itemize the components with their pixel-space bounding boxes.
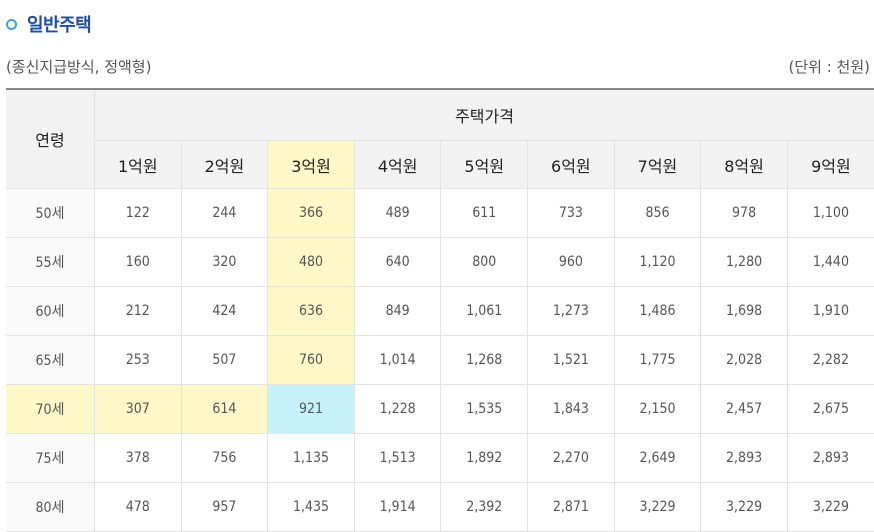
value-cell: 849 xyxy=(354,287,441,336)
age-cell: 55세 xyxy=(6,238,95,287)
value-cell: 253 xyxy=(95,336,182,385)
value-cell: 960 xyxy=(528,238,615,287)
value-cell: 1,280 xyxy=(701,238,788,287)
age-cell: 50세 xyxy=(6,189,95,238)
age-cell: 65세 xyxy=(6,336,95,385)
value-cell: 756 xyxy=(181,434,268,483)
value-cell: 2,893 xyxy=(701,434,788,483)
value-cell: 2,871 xyxy=(528,483,615,532)
price-header-cell: 1억원 xyxy=(95,141,182,189)
value-cell: 3,229 xyxy=(614,483,701,532)
value-cell: 1,486 xyxy=(614,287,701,336)
age-cell: 60세 xyxy=(6,287,95,336)
price-header-cell: 4억원 xyxy=(354,141,441,189)
value-cell: 1,914 xyxy=(354,483,441,532)
value-cell: 320 xyxy=(181,238,268,287)
value-cell: 1,014 xyxy=(354,336,441,385)
value-cell: 212 xyxy=(95,287,182,336)
table-caption-row: (종신지급방식, 정액형) (단위 : 천원) xyxy=(6,54,874,78)
table-body: 50세1222443664896117338569781,10055세16032… xyxy=(6,189,874,532)
value-cell: 1,513 xyxy=(354,434,441,483)
value-cell: 1,100 xyxy=(787,189,874,238)
value-cell: 2,893 xyxy=(787,434,874,483)
value-cell: 366 xyxy=(268,189,355,238)
section-title: 일반주택 xyxy=(27,11,91,37)
value-cell: 1,120 xyxy=(614,238,701,287)
value-cell: 2,457 xyxy=(701,385,788,434)
price-header-cell: 2억원 xyxy=(181,141,268,189)
price-header-cell: 7억원 xyxy=(614,141,701,189)
table-row: 75세3787561,1351,5131,8922,2702,6492,8932… xyxy=(6,434,874,483)
value-cell: 244 xyxy=(181,189,268,238)
value-cell: 800 xyxy=(441,238,528,287)
price-header-cell: 3억원 xyxy=(268,141,355,189)
value-cell: 1,228 xyxy=(354,385,441,434)
value-cell: 307 xyxy=(95,385,182,434)
value-cell: 2,150 xyxy=(614,385,701,434)
age-cell: 75세 xyxy=(6,434,95,483)
value-cell: 1,273 xyxy=(528,287,615,336)
value-cell: 3,229 xyxy=(701,483,788,532)
value-cell: 2,649 xyxy=(614,434,701,483)
section-header: 일반주택 xyxy=(6,10,91,38)
value-cell: 1,521 xyxy=(528,336,615,385)
value-cell: 160 xyxy=(95,238,182,287)
value-cell: 1,775 xyxy=(614,336,701,385)
value-cell: 2,028 xyxy=(701,336,788,385)
value-cell: 957 xyxy=(181,483,268,532)
price-header-cell: 8억원 xyxy=(701,141,788,189)
value-cell: 1,698 xyxy=(701,287,788,336)
value-cell: 2,392 xyxy=(441,483,528,532)
table-row: 60세2124246368491,0611,2731,4861,6981,910 xyxy=(6,287,874,336)
monthly-payment-table: 연령 주택가격 1억원2억원3억원4억원5억원6억원7억원8억원9억원 50세1… xyxy=(6,88,874,532)
value-cell: 2,270 xyxy=(528,434,615,483)
value-cell: 1,061 xyxy=(441,287,528,336)
table-row: 55세1603204806408009601,1201,2801,440 xyxy=(6,238,874,287)
price-header-row: 1억원2억원3억원4억원5억원6억원7억원8억원9억원 xyxy=(6,141,874,189)
value-cell: 1,535 xyxy=(441,385,528,434)
price-header-cell: 9억원 xyxy=(787,141,874,189)
value-cell: 640 xyxy=(354,238,441,287)
value-cell: 614 xyxy=(181,385,268,434)
value-cell: 636 xyxy=(268,287,355,336)
house-price-group-header: 주택가격 xyxy=(95,89,874,141)
age-cell: 80세 xyxy=(6,483,95,532)
table-row: 50세1222443664896117338569781,100 xyxy=(6,189,874,238)
table-row: 70세3076149211,2281,5351,8432,1502,4572,6… xyxy=(6,385,874,434)
value-cell: 3,229 xyxy=(787,483,874,532)
value-cell: 978 xyxy=(701,189,788,238)
table-row: 80세4789571,4351,9142,3922,8713,2293,2293… xyxy=(6,483,874,532)
value-cell: 1,892 xyxy=(441,434,528,483)
table-row: 65세2535077601,0141,2681,5211,7752,0282,2… xyxy=(6,336,874,385)
age-column-header: 연령 xyxy=(6,89,95,189)
value-cell: 921 xyxy=(268,385,355,434)
value-cell: 1,268 xyxy=(441,336,528,385)
value-cell: 733 xyxy=(528,189,615,238)
value-cell: 1,910 xyxy=(787,287,874,336)
unit-note: (단위 : 천원) xyxy=(789,56,874,77)
value-cell: 2,675 xyxy=(787,385,874,434)
value-cell: 2,282 xyxy=(787,336,874,385)
bullet-circle-icon xyxy=(6,19,17,30)
value-cell: 489 xyxy=(354,189,441,238)
value-cell: 856 xyxy=(614,189,701,238)
value-cell: 424 xyxy=(181,287,268,336)
value-cell: 1,435 xyxy=(268,483,355,532)
value-cell: 1,440 xyxy=(787,238,874,287)
value-cell: 122 xyxy=(95,189,182,238)
value-cell: 1,135 xyxy=(268,434,355,483)
value-cell: 611 xyxy=(441,189,528,238)
value-cell: 1,843 xyxy=(528,385,615,434)
value-cell: 378 xyxy=(95,434,182,483)
price-header-cell: 6억원 xyxy=(528,141,615,189)
value-cell: 760 xyxy=(268,336,355,385)
price-header-cell: 5억원 xyxy=(441,141,528,189)
age-cell: 70세 xyxy=(6,385,95,434)
value-cell: 478 xyxy=(95,483,182,532)
value-cell: 507 xyxy=(181,336,268,385)
value-cell: 480 xyxy=(268,238,355,287)
payment-method-note: (종신지급방식, 정액형) xyxy=(6,56,151,77)
